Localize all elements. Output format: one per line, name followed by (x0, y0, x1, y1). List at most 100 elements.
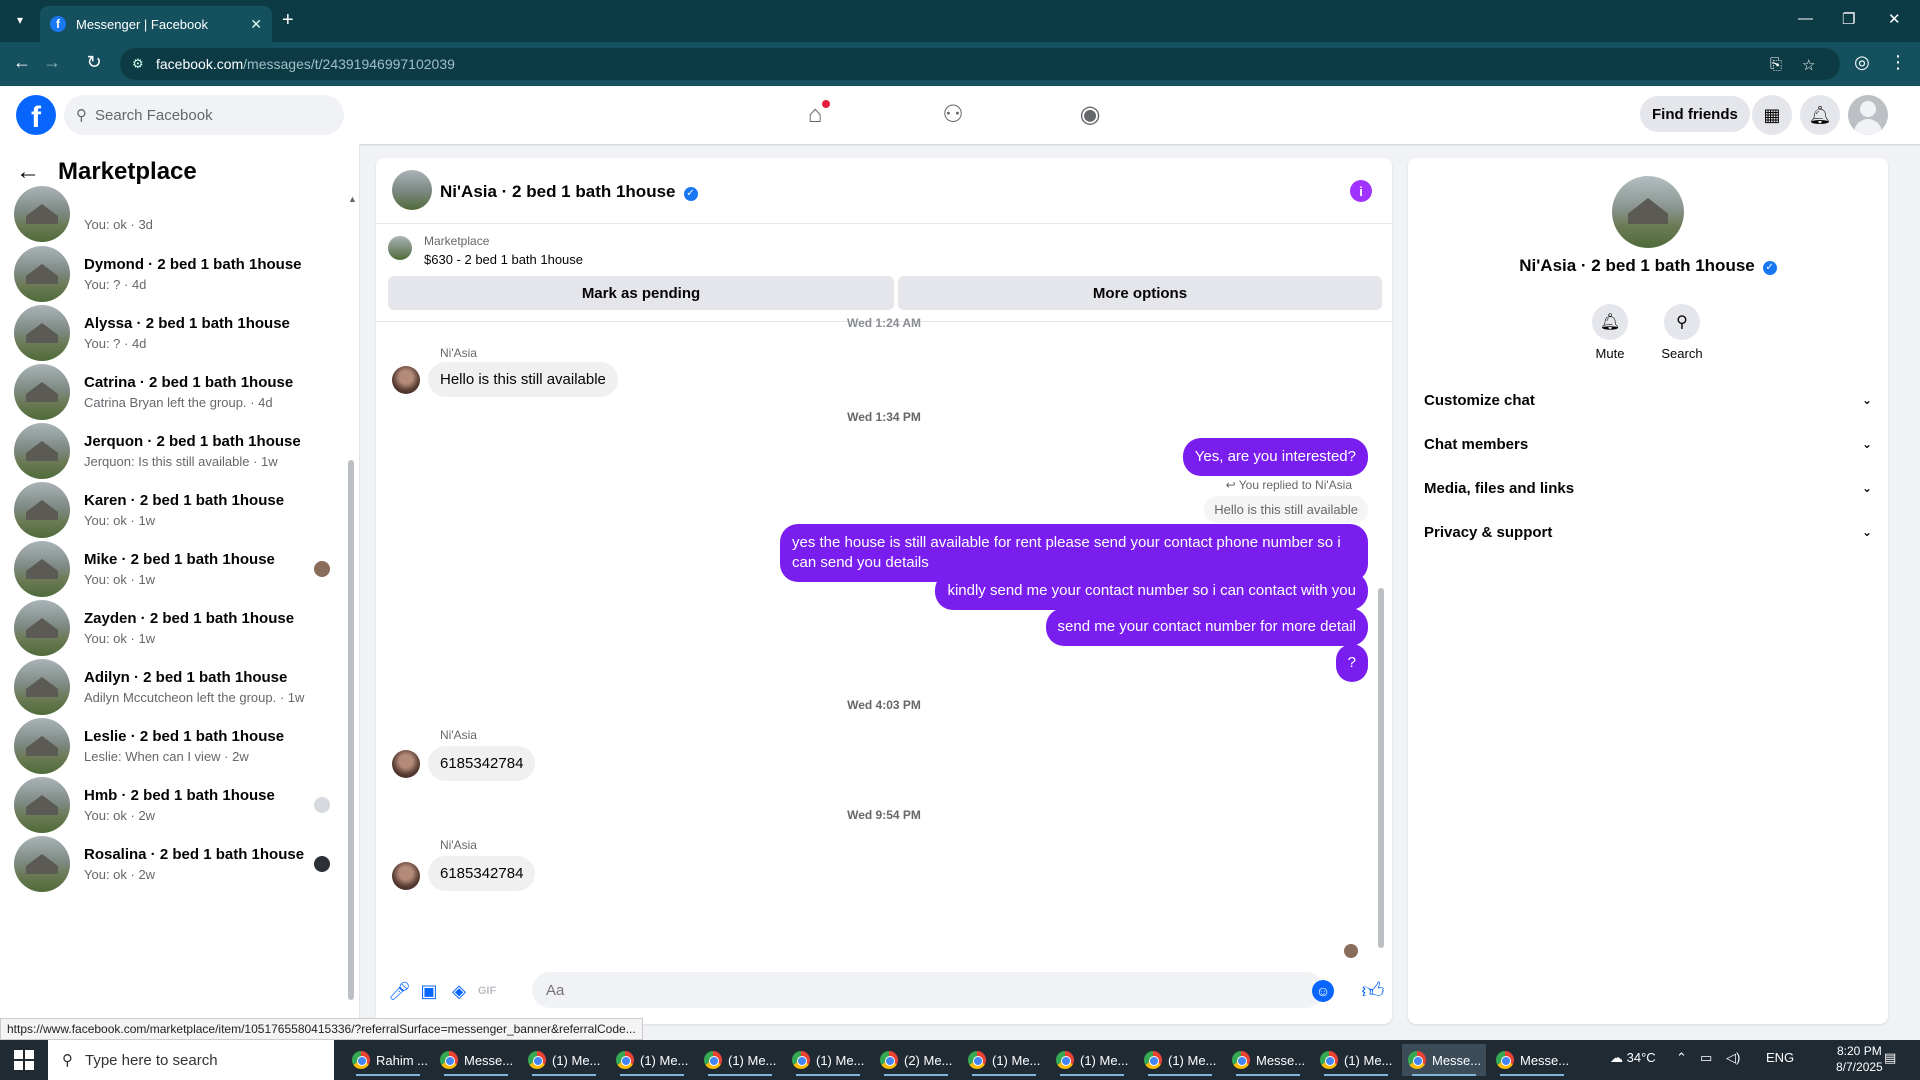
conversation-item[interactable]: Zayden · 2 bed 1 bath 1house You: ok · 1w (14, 598, 344, 658)
conversation-item[interactable]: You: ok · 3d (14, 184, 344, 244)
taskbar-app[interactable]: Messe... (1226, 1044, 1310, 1076)
install-app-icon[interactable]: ⎘ (1770, 56, 1782, 73)
conversation-item[interactable]: Hmb · 2 bed 1 bath 1house You: ok · 2w (14, 775, 344, 835)
close-window-icon[interactable]: ✕ (1888, 10, 1901, 28)
reload-icon[interactable]: ↻ (82, 52, 106, 73)
chat-avatar-large[interactable] (1612, 176, 1684, 248)
profile-icon[interactable]: ◎ (1850, 52, 1874, 73)
conversation-item[interactable]: Rosalina · 2 bed 1 bath 1house You: ok · … (14, 834, 344, 894)
gif-icon[interactable]: GIF (476, 980, 498, 1002)
taskbar-search[interactable]: ⚲ Type here to search (48, 1040, 334, 1080)
chat-members-row[interactable]: Chat members ⌄ (1424, 424, 1872, 464)
customize-chat-row[interactable]: Customize chat ⌄ (1424, 380, 1872, 420)
chat-scrollbar[interactable] (1378, 588, 1384, 948)
sender-avatar[interactable] (392, 750, 420, 778)
menu-kebab-icon[interactable]: ⋮ (1886, 52, 1910, 73)
sender-avatar[interactable] (392, 862, 420, 890)
verified-icon: ✓ (683, 187, 698, 201)
incoming-message[interactable]: 6185342784 (428, 856, 536, 891)
conversation-item[interactable]: Leslie · 2 bed 1 bath 1house Leslie: When… (14, 716, 344, 776)
conversation-thumbnail (14, 423, 70, 479)
network-icon[interactable]: ▭ (1700, 1050, 1712, 1066)
conversation-item[interactable]: Adilyn · 2 bed 1 bath 1house Adilyn Mccut… (14, 657, 344, 717)
incoming-message[interactable]: 6185342784 (428, 746, 536, 781)
taskbar-app[interactable]: (1) Me... (698, 1044, 782, 1076)
message-input[interactable] (532, 972, 1324, 1008)
sidebar-scrollbar[interactable] (348, 460, 354, 1000)
notifications-icon[interactable]: ▤ (1884, 1050, 1896, 1066)
taskbar-app[interactable]: Messe... (1402, 1044, 1486, 1076)
taskbar-app[interactable]: Rahim ... (346, 1044, 430, 1076)
taskbar-app[interactable]: (1) Me... (1314, 1044, 1398, 1076)
conversation-item[interactable]: Jerquon · 2 bed 1 bath 1house Jerquon: Is… (14, 421, 344, 481)
search-button[interactable]: ⚲ Search (1652, 304, 1712, 361)
tray-chevron-icon[interactable]: ⌃ (1676, 1050, 1687, 1066)
notifications-bell-icon[interactable]: 🔔︎ (1800, 95, 1840, 135)
photo-icon[interactable]: ▣ (418, 980, 440, 1002)
taskbar-app[interactable]: (1) Me... (610, 1044, 694, 1076)
outgoing-message[interactable]: send me your contact number for more det… (1045, 608, 1368, 646)
sticker-icon[interactable]: ◈ (448, 980, 470, 1002)
minimize-icon[interactable]: — (1798, 10, 1813, 27)
taskbar-search-placeholder: Type here to search (85, 1051, 218, 1069)
conversation-preview: Jerquon: Is this still available · 1w (84, 454, 278, 469)
listing-title[interactable]: $630 - 2 bed 1 bath 1house (424, 252, 583, 267)
conversation-item[interactable]: Alyssa · 2 bed 1 bath 1house You: ? · 4d (14, 303, 344, 363)
speaker-icon[interactable]: ◁) (1726, 1050, 1740, 1066)
conversation-item[interactable]: Catrina · 2 bed 1 bath 1house Catrina Bry… (14, 362, 344, 422)
close-tab-icon[interactable]: ✕ (250, 16, 262, 33)
media-files-links-row[interactable]: Media, files and links ⌄ (1424, 468, 1872, 508)
outgoing-message[interactable]: kindly send me your contact number so i … (935, 572, 1368, 610)
outgoing-message[interactable]: ? (1335, 644, 1368, 682)
sender-avatar[interactable] (392, 366, 420, 394)
reply-quote[interactable]: Hello is this still available (1204, 496, 1368, 523)
bookmark-star-icon[interactable]: ☆ (1802, 56, 1815, 74)
info-icon[interactable]: i (1350, 180, 1372, 202)
windows-start-icon[interactable] (14, 1050, 34, 1070)
forward-icon[interactable]: → (40, 52, 64, 73)
restore-icon[interactable]: ❐ (1842, 10, 1855, 28)
taskbar-app-label: (2) Me... (904, 1052, 953, 1068)
url-field[interactable]: ⚙ facebook.com/messages/t/24391946997102… (120, 48, 1840, 80)
taskbar-app[interactable]: (1) Me... (522, 1044, 606, 1076)
thumbs-up-icon[interactable]: 👍︎ (1360, 978, 1386, 1004)
friends-icon[interactable]: ⚇ (938, 100, 968, 130)
conversation-item[interactable]: Karen · 2 bed 1 bath 1house You: ok · 1w (14, 480, 344, 540)
facebook-search-input[interactable]: ⚲ Search Facebook (64, 95, 344, 135)
facebook-logo-icon[interactable]: f (16, 95, 56, 135)
incoming-message[interactable]: Hello is this still available (428, 362, 618, 397)
back-icon[interactable]: ← (10, 52, 34, 73)
tab-search-icon[interactable]: ▾ (8, 8, 32, 32)
emoji-icon[interactable]: ☺ (1312, 980, 1334, 1002)
groups-icon[interactable]: ◉ (1075, 100, 1105, 130)
site-info-icon[interactable]: ⚙ (132, 56, 144, 72)
more-options-button[interactable]: More options (898, 276, 1382, 310)
conversation-item[interactable]: Mike · 2 bed 1 bath 1house You: ok · 1w (14, 539, 344, 599)
chat-thumbnail[interactable] (392, 170, 432, 210)
outgoing-message[interactable]: Yes, are you interested? (1182, 438, 1368, 476)
account-avatar[interactable] (1848, 95, 1888, 135)
sender-name: Ni'Asia (440, 838, 477, 852)
microphone-icon[interactable]: 🎤︎ (388, 980, 411, 1002)
clock[interactable]: 8:20 PM 8/7/2025 (1836, 1043, 1883, 1075)
find-friends-button[interactable]: Find friends (1640, 96, 1750, 132)
scroll-up-icon[interactable]: ▲ (348, 194, 357, 204)
taskbar-app[interactable]: (1) Me... (962, 1044, 1046, 1076)
taskbar-app[interactable]: (1) Me... (1138, 1044, 1222, 1076)
language-indicator[interactable]: ENG (1766, 1050, 1794, 1065)
weather-widget[interactable]: ☁ 34°C (1610, 1050, 1656, 1066)
taskbar-app[interactable]: (1) Me... (1050, 1044, 1134, 1076)
privacy-support-row[interactable]: Privacy & support ⌄ (1424, 512, 1872, 552)
mute-button[interactable]: 🔔︎ Mute (1580, 304, 1640, 361)
new-tab-icon[interactable]: + (282, 10, 294, 30)
back-arrow-icon[interactable]: ← (16, 158, 40, 186)
menu-grid-icon[interactable]: ▦ (1752, 95, 1792, 135)
taskbar-app[interactable]: (1) Me... (786, 1044, 870, 1076)
taskbar-app[interactable]: Messe... (434, 1044, 518, 1076)
conversation-item[interactable]: Dymond · 2 bed 1 bath 1house You: ? · 4d (14, 244, 344, 304)
taskbar-app[interactable]: (2) Me... (874, 1044, 958, 1076)
taskbar-app[interactable]: Messe... (1490, 1044, 1574, 1076)
browser-tab[interactable]: f Messenger | Facebook ✕ (40, 6, 272, 42)
mark-pending-button[interactable]: Mark as pending (388, 276, 894, 310)
listing-thumbnail[interactable] (388, 236, 412, 260)
